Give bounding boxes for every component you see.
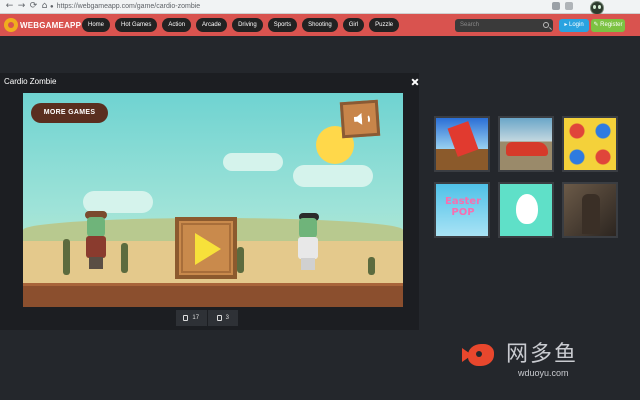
fullscreen-icon[interactable] (411, 78, 419, 86)
nav-driving[interactable]: Driving (232, 18, 263, 32)
dislike-button[interactable]: 3 (206, 310, 239, 326)
back-icon[interactable]: ← (4, 1, 15, 12)
nav-hot-games[interactable]: Hot Games (115, 18, 158, 32)
main-nav: Home Hot Games Action Arcade Driving Spo… (82, 18, 400, 32)
zombie-legs (301, 258, 315, 270)
vote-bar: 17 3 (176, 310, 238, 326)
register-button[interactable]: ✎ Register (591, 19, 625, 32)
watermark-en: wduoyu.com (518, 368, 569, 378)
play-button[interactable] (175, 217, 237, 279)
login-button[interactable]: ▸ Login (559, 19, 589, 32)
car-icon (506, 142, 548, 156)
login-label: Login (569, 22, 584, 28)
thumbs-down-icon (216, 315, 222, 321)
cloud (223, 153, 283, 171)
site-header: WEBGAMEAPP Home Hot Games Action Arcade … (0, 14, 640, 36)
register-label: Register (600, 22, 623, 28)
egg-icon (516, 194, 538, 224)
browser-toolbar: ← → ⟳ ⌂ ● https://webgameapp.com/game/car… (0, 0, 640, 15)
home-icon[interactable]: ⌂ (39, 1, 50, 12)
easter-pop-title: Easter POP (440, 196, 486, 218)
extension-icon[interactable] (552, 2, 560, 10)
dirt-layer (23, 283, 403, 307)
related-games: Easter POP (432, 112, 620, 242)
zombie-body (298, 237, 318, 259)
sound-wave-icon (363, 114, 371, 124)
cloud (293, 165, 373, 187)
play-icon (195, 233, 221, 265)
star-icon[interactable] (565, 2, 573, 10)
like-button[interactable]: 17 (176, 310, 207, 326)
nav-arcade[interactable]: Arcade (196, 18, 228, 32)
game-panel: Cardio Zombie MORE GAMES (0, 73, 419, 330)
logo-icon (4, 18, 18, 32)
nav-home[interactable]: Home (82, 18, 111, 32)
nav-action[interactable]: Action (162, 18, 192, 32)
address-bar[interactable]: ● https://webgameapp.com/game/cardio-zomb… (50, 1, 550, 12)
game-thumbnail[interactable] (434, 116, 490, 172)
site-logo[interactable]: WEBGAMEAPP (4, 17, 81, 33)
easter-line2: POP (451, 207, 475, 218)
more-games-button[interactable]: MORE GAMES (31, 103, 108, 123)
fish-logo-icon (462, 336, 500, 374)
speaker-icon (354, 113, 363, 126)
lock-icon: ● (50, 4, 54, 10)
game-thumbnail[interactable] (498, 182, 554, 238)
game-thumbnail[interactable] (498, 116, 554, 172)
cloud (83, 191, 153, 213)
game-title: Cardio Zombie (4, 77, 57, 86)
cactus (237, 247, 244, 273)
nav-puzzle[interactable]: Puzzle (369, 18, 400, 32)
reload-icon[interactable]: ⟳ (28, 1, 39, 12)
nav-sports[interactable]: Sports (267, 18, 298, 32)
fish-body (468, 344, 494, 366)
zombie-body (86, 236, 106, 258)
search-icon[interactable] (543, 22, 549, 28)
cactus (368, 257, 375, 275)
cactus (63, 239, 70, 275)
game-canvas[interactable]: MORE GAMES (23, 93, 403, 307)
easter-line1: Easter (444, 196, 482, 207)
watermark-cn: 网多鱼 (506, 342, 579, 367)
forward-icon[interactable]: → (16, 1, 27, 12)
sound-button[interactable] (339, 99, 381, 139)
url-text: https://webgameapp.com/game/cardio-zombi… (56, 3, 201, 10)
dislike-count: 3 (225, 315, 229, 321)
like-count: 17 (192, 315, 200, 321)
game-thumbnail[interactable] (562, 116, 618, 172)
cactus (121, 243, 128, 273)
search-input[interactable]: Search (455, 19, 553, 32)
game-thumbnail[interactable] (562, 182, 618, 238)
zombie-head (87, 217, 105, 237)
logo-text: WEBGAMEAPP (20, 20, 82, 30)
nav-shooting[interactable]: Shooting (302, 18, 338, 32)
thumb-image (564, 118, 616, 170)
zombie-legs (89, 257, 103, 269)
game-thumbnail[interactable]: Easter POP (434, 182, 490, 238)
avatar[interactable] (590, 1, 604, 15)
watermark: 网多鱼 wduoyu.com (462, 332, 632, 382)
nav-girl[interactable]: Girl (342, 18, 365, 32)
thumbs-up-icon (183, 315, 189, 321)
soldier-icon (582, 194, 600, 234)
zombie-head (299, 218, 317, 238)
search-placeholder: Search (460, 22, 480, 28)
